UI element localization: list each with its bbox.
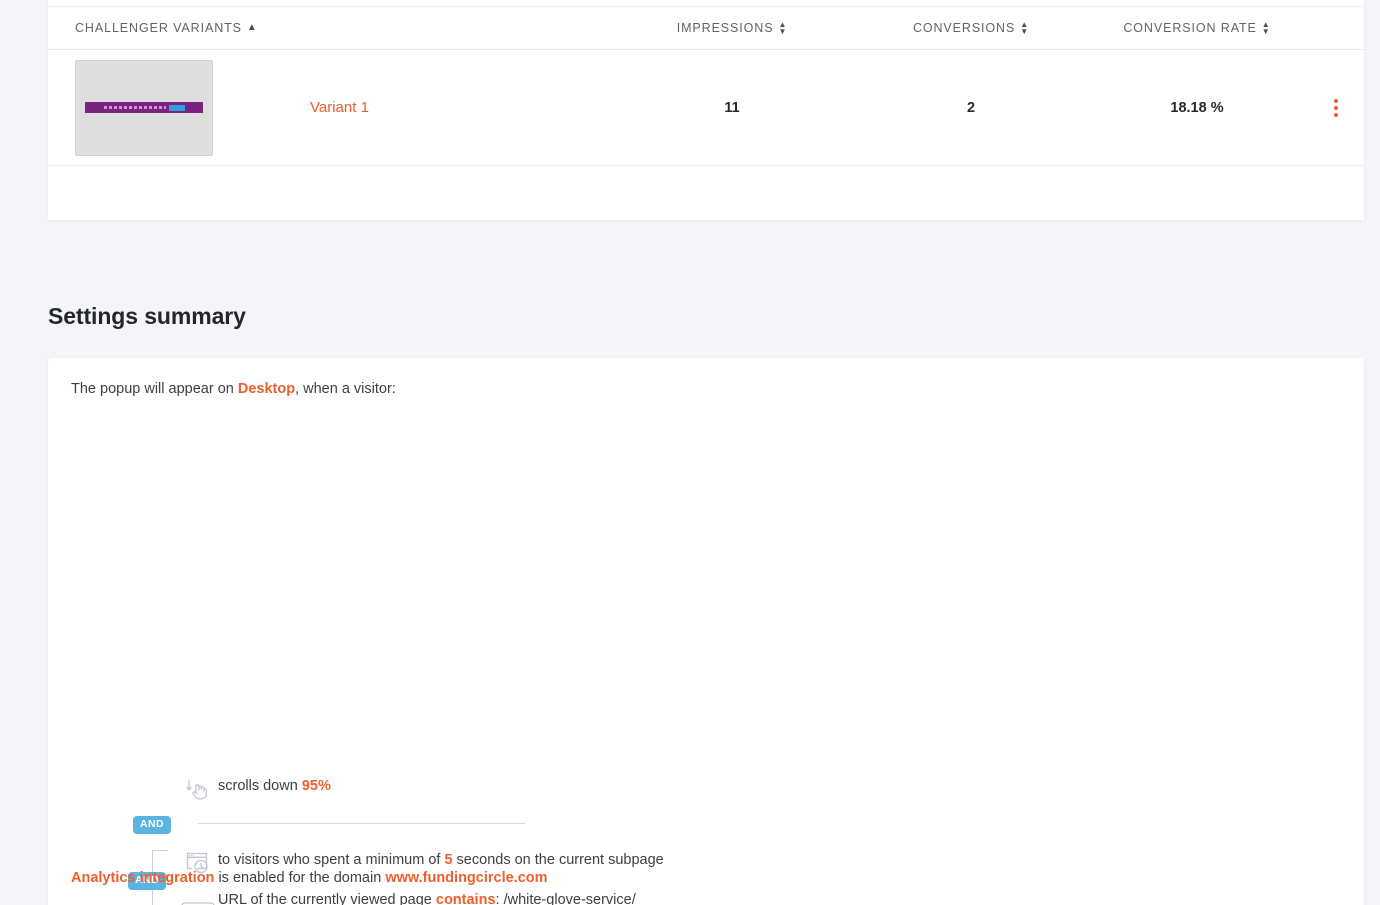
kebab-menu-icon[interactable] bbox=[1330, 95, 1342, 121]
cond-value: : /white-glove-service/ bbox=[495, 892, 636, 905]
cell-impressions: 11 bbox=[724, 99, 740, 116]
sort-both-icon[interactable]: ▲ ▼ bbox=[1020, 20, 1029, 35]
variant-thumbnail[interactable] bbox=[75, 59, 213, 156]
table-row: Variant 1 11 2 18.18 % bbox=[48, 50, 1364, 165]
sort-asc-icon[interactable]: ▲ bbox=[247, 23, 258, 33]
thumbnail-text-placeholder bbox=[103, 106, 166, 109]
settings-summary-card: The popup will appear on Desktop, when a… bbox=[48, 358, 1364, 905]
page-root: CHALLENGER VARIANTS ▲ IMPRESSIONS ▲ ▼ CON… bbox=[0, 0, 1380, 905]
column-header-label: CONVERSIONS bbox=[912, 21, 1016, 35]
www-icon: www bbox=[178, 890, 218, 905]
and-badge-1: AND bbox=[133, 816, 171, 834]
column-header-label: CHALLENGER VARIANTS bbox=[75, 21, 242, 35]
lead-suffix: , when a visitor: bbox=[295, 381, 396, 397]
cell-conversion-rate: 18.18 % bbox=[1170, 99, 1224, 116]
column-header-label: CONVERSION RATE bbox=[1123, 21, 1257, 35]
cell-conversions: 2 bbox=[966, 99, 976, 116]
cond-part: seconds on the current subpage bbox=[452, 852, 664, 868]
variants-table-header: CHALLENGER VARIANTS ▲ IMPRESSIONS ▲ ▼ CON… bbox=[48, 6, 1364, 50]
thumbnail-bar bbox=[85, 102, 203, 113]
cond-part: to visitors who spent a minimum of bbox=[218, 852, 445, 868]
column-header-impressions[interactable]: IMPRESSIONS ▲ ▼ bbox=[608, 20, 856, 35]
cond-value: 5 bbox=[444, 852, 453, 868]
thumbnail-cta-placeholder bbox=[168, 104, 185, 111]
condition-text: URL of the currently viewed page contain… bbox=[218, 890, 636, 905]
column-header-challenger-variants[interactable]: CHALLENGER VARIANTS ▲ bbox=[48, 21, 608, 35]
scroll-hand-icon bbox=[178, 776, 218, 802]
sort-both-icon[interactable]: ▲ ▼ bbox=[778, 20, 787, 35]
lead-prefix: The popup will appear on bbox=[71, 381, 238, 397]
analytics-middle-text: is enabled for the domain bbox=[214, 870, 386, 886]
row-actions-cell bbox=[1308, 95, 1364, 121]
settings-lead-text: The popup will appear on Desktop, when a… bbox=[71, 381, 396, 397]
lead-device: Desktop bbox=[237, 381, 296, 397]
condition-url-rules: www URL of the currently viewed page con… bbox=[178, 890, 636, 905]
cond-value: 95% bbox=[301, 778, 331, 794]
variant-link[interactable]: Variant 1 bbox=[310, 99, 369, 116]
condition-scroll: scrolls down 95% bbox=[178, 776, 331, 802]
analytics-integration-line: Analytics integration is enabled for the… bbox=[71, 870, 548, 886]
cond-part: scrolls down bbox=[218, 778, 302, 794]
cond-operator: contains bbox=[435, 892, 496, 905]
url-rule-lines: URL of the currently viewed page contain… bbox=[218, 890, 636, 905]
challenger-variants-card: CHALLENGER VARIANTS ▲ IMPRESSIONS ▲ ▼ CON… bbox=[48, 0, 1364, 220]
page-title: Settings summary bbox=[48, 303, 246, 329]
condition-text: scrolls down 95% bbox=[218, 776, 331, 798]
variant-name-cell: Variant 1 bbox=[48, 59, 608, 156]
column-header-label: IMPRESSIONS bbox=[676, 21, 774, 35]
cond-part: URL of the currently viewed page bbox=[218, 892, 436, 905]
analytics-domain: www.fundingcircle.com bbox=[385, 870, 548, 886]
analytics-integration-link[interactable]: Analytics integration bbox=[71, 870, 214, 886]
card-bottom-spacer bbox=[48, 165, 1364, 220]
condition-text: to visitors who spent a minimum of 5 sec… bbox=[218, 850, 664, 872]
condition-divider bbox=[198, 823, 525, 824]
column-header-conversions[interactable]: CONVERSIONS ▲ ▼ bbox=[856, 20, 1086, 35]
column-header-conversion-rate[interactable]: CONVERSION RATE ▲ ▼ bbox=[1086, 20, 1308, 35]
sort-both-icon[interactable]: ▲ ▼ bbox=[1262, 20, 1271, 35]
